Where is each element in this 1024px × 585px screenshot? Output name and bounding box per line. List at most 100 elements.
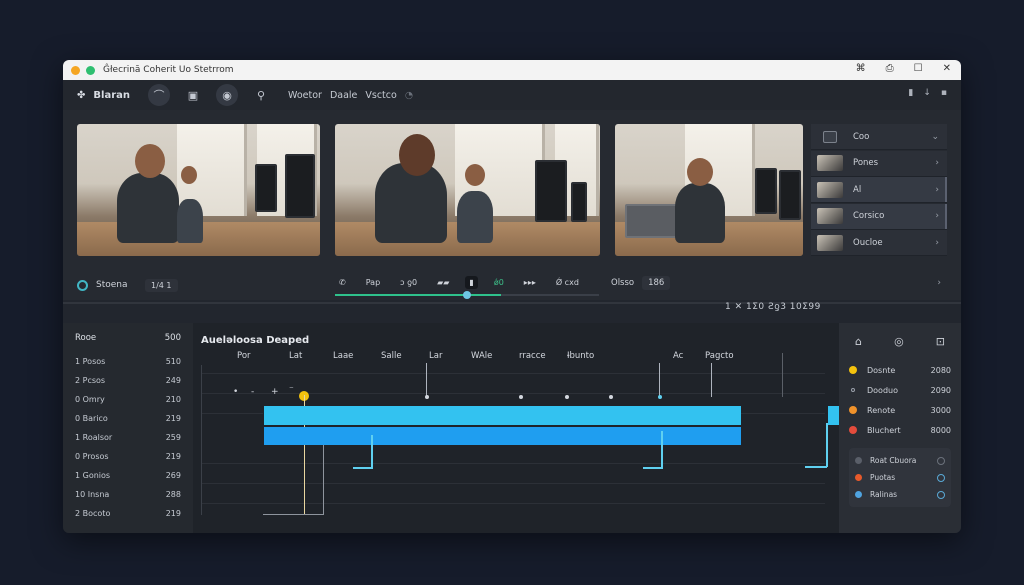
- image-icon[interactable]: ▣: [182, 84, 204, 106]
- property-value[interactable]: 2090: [931, 386, 951, 395]
- property-label: Dosnte: [867, 365, 896, 375]
- app-brand[interactable]: ✤ Blaran: [77, 90, 130, 101]
- track-row[interactable]: 0 Omry 210: [75, 390, 181, 409]
- track-value: 510: [165, 357, 181, 366]
- zoom-control[interactable]: Olsso 186: [611, 276, 671, 290]
- sub-panel-row[interactable]: Puotas: [855, 469, 945, 486]
- home-icon[interactable]: ⌂: [855, 335, 862, 348]
- stop-button[interactable]: ▮: [465, 276, 478, 289]
- phone-icon[interactable]: ✆: [335, 276, 350, 289]
- track-row[interactable]: 1 Posos 510: [75, 352, 181, 371]
- settings-icon[interactable]: ▪: [941, 88, 947, 98]
- chevron-right-icon[interactable]: ›: [937, 278, 941, 288]
- track-row[interactable]: 0 Prosos 219: [75, 447, 181, 466]
- property-row[interactable]: Dooduo 2090: [849, 380, 951, 400]
- play-pause-button[interactable]: Pap: [362, 276, 384, 289]
- audio-clip-2[interactable]: [263, 427, 741, 445]
- property-label: Renote: [867, 405, 896, 415]
- audio-clip-1[interactable]: [263, 406, 741, 425]
- property-row[interactable]: Renote 3000: [849, 400, 951, 420]
- download-icon[interactable]: ↓: [923, 88, 931, 98]
- scene-item-3[interactable]: Corsico ›: [811, 203, 947, 230]
- share-icon[interactable]: ⌘: [856, 63, 866, 74]
- toggle-icon[interactable]: [937, 473, 945, 482]
- loop-button[interactable]: ᴐ ƍ0: [396, 276, 421, 289]
- playback-progress[interactable]: [335, 291, 599, 299]
- search-icon[interactable]: ⚲: [250, 84, 272, 106]
- video-preview-1[interactable]: [77, 124, 320, 256]
- minimize-dot[interactable]: [71, 65, 80, 75]
- track-row[interactable]: 1 Roalsor 259: [75, 428, 181, 447]
- clock-icon[interactable]: ◔: [405, 90, 413, 101]
- window-title: Ĝłecrinā Coherit Uo Stetrrom: [103, 65, 234, 75]
- scene-item-0[interactable]: Coo ⌄: [811, 124, 947, 150]
- export-button[interactable]: Ǿ cxd: [552, 276, 583, 289]
- record-button[interactable]: ǿ0: [490, 276, 508, 289]
- menu-item-3[interactable]: Vsctco: [365, 90, 396, 101]
- menu-item-2[interactable]: Daale: [330, 90, 357, 101]
- scene-status-icon: [77, 279, 88, 291]
- track-name: 0 Omry: [75, 395, 105, 404]
- timeline[interactable]: Aueləloosa Deaped Por Lat Laae Salle Lar WAle…: [193, 323, 898, 533]
- timeline-marker[interactable]: -: [251, 387, 254, 397]
- record-icon[interactable]: ◉: [216, 84, 238, 106]
- chevron-right-icon[interactable]: ›: [935, 211, 939, 221]
- property-value[interactable]: 2080: [931, 366, 951, 375]
- chevron-right-icon[interactable]: ›: [935, 238, 939, 248]
- timeline-marker[interactable]: •: [233, 387, 238, 397]
- keyframe-node[interactable]: [658, 395, 662, 399]
- timeline-marker[interactable]: ⁻: [289, 385, 294, 395]
- scene-item-2[interactable]: Al ›: [811, 177, 947, 203]
- scene-label: Coo: [853, 131, 870, 142]
- property-value[interactable]: 3000: [931, 406, 951, 415]
- keyframe-node[interactable]: [565, 395, 569, 399]
- track-row[interactable]: 2 Bocoto 219: [75, 504, 181, 523]
- sub-panel-row[interactable]: Ralinas: [855, 486, 945, 503]
- track-row[interactable]: 1 Gonios 269: [75, 466, 181, 485]
- track-list: Rooe 500 1 Posos 510 2 Pcsos 249 0 Omry 210 0 …: [63, 323, 193, 533]
- scene-item-1[interactable]: Pones ›: [811, 150, 947, 177]
- property-row[interactable]: Dosnte 2080: [849, 360, 951, 380]
- frames-button[interactable]: ▰▰: [433, 276, 453, 289]
- close-icon[interactable]: ✕: [943, 63, 951, 74]
- frame-icon[interactable]: ⊡: [936, 335, 945, 348]
- toggle-icon[interactable]: [937, 456, 945, 465]
- scene-item-4[interactable]: Oucloe ›: [811, 230, 947, 256]
- chevron-down-icon[interactable]: ⌄: [931, 132, 939, 142]
- panel-icon[interactable]: ▮: [908, 88, 913, 98]
- progress-handle[interactable]: [463, 291, 471, 299]
- video-preview-3[interactable]: [615, 124, 803, 256]
- restore-icon[interactable]: ☐: [914, 63, 923, 74]
- wave-icon[interactable]: ⌒: [148, 84, 170, 106]
- video-preview-2[interactable]: [335, 124, 600, 256]
- maximize-dot[interactable]: [86, 65, 95, 75]
- ruler-label: Ɨbunto: [567, 351, 595, 361]
- menu-item-1[interactable]: Woetor: [288, 90, 322, 101]
- track-row[interactable]: 10 Insna 288: [75, 485, 181, 504]
- toggle-icon[interactable]: [937, 490, 945, 499]
- color-swatch: [849, 366, 857, 374]
- print-icon[interactable]: ⎙: [886, 63, 894, 74]
- property-label: Bluchert: [867, 425, 901, 435]
- track-name: 2 Pcsos: [75, 376, 106, 385]
- ruler-label: Salle: [381, 351, 402, 361]
- keyframe-node[interactable]: [519, 395, 523, 399]
- properties-toolbar: ⌂ ◎ ⊡: [849, 335, 951, 348]
- track-value: 269: [165, 471, 181, 480]
- target-icon[interactable]: ◎: [894, 335, 904, 348]
- property-row[interactable]: Bluchert 8000: [849, 420, 951, 440]
- timeline-marker[interactable]: +: [271, 387, 279, 397]
- scene-thumbnail: [817, 234, 843, 251]
- window-controls: ⌘ ⎙ ☐ ✕: [856, 63, 951, 74]
- fast-forward-button[interactable]: ▸▸▸: [520, 276, 540, 289]
- scene-label: Pones: [853, 158, 879, 168]
- sub-panel-header[interactable]: Roat Cbuora: [855, 452, 945, 469]
- keyframe-node[interactable]: [609, 395, 613, 399]
- track-row[interactable]: 0 Barico 219: [75, 409, 181, 428]
- property-value[interactable]: 8000: [931, 426, 951, 435]
- chevron-right-icon[interactable]: ›: [935, 185, 939, 195]
- zoom-value[interactable]: 186: [642, 276, 671, 290]
- track-row[interactable]: 2 Pcsos 249: [75, 371, 181, 390]
- keyframe-node[interactable]: [425, 395, 429, 399]
- chevron-right-icon[interactable]: ›: [935, 158, 939, 168]
